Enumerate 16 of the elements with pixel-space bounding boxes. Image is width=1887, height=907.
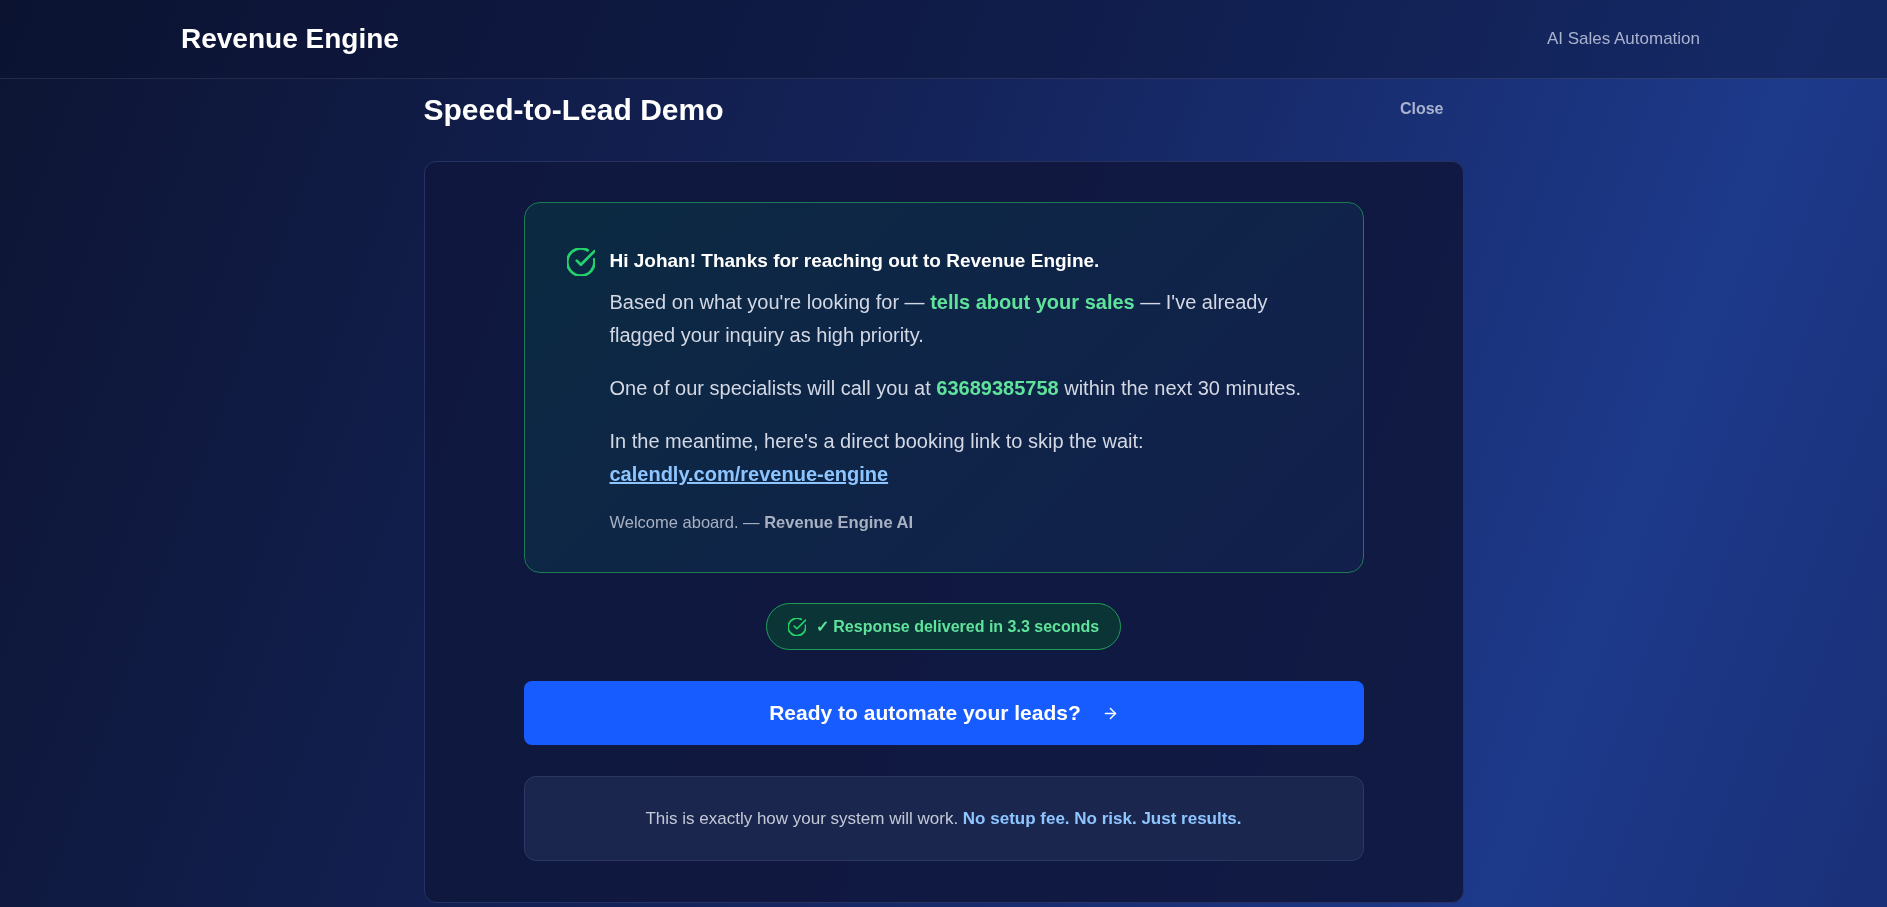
tagline: AI Sales Automation	[1546, 28, 1700, 51]
message-signoff: Welcome aboard. — Revenue Engine AI	[609, 512, 915, 533]
close-button[interactable]: Close	[1399, 97, 1444, 121]
message-paragraph: Based on what you're looking for — tells about your sales — I've already flagged your inquiry as high priority.	[609, 290, 1269, 348]
status-text: ✓ Response delivered in 3.3 seconds	[815, 616, 1100, 637]
message-paragraph: In the meantime, here's a direct booking link to skip the wait: calendly.com/revenue-engine	[609, 429, 1145, 487]
message-greeting: Hi Johan! Thanks for reaching out to Revenue Engine.	[609, 249, 1101, 273]
demo-title: Speed-to-Lead Demo	[423, 91, 724, 128]
message-paragraph: One of our specialists will call you at 63689385758 within the next 30 minutes.	[609, 376, 1303, 401]
check-circle-icon	[566, 248, 595, 276]
arrow-right-icon	[1102, 705, 1118, 721]
brand-name: Revenue Engine	[181, 22, 399, 56]
cta-button[interactable]: Ready to automate your leads?	[523, 681, 1364, 745]
footer-note: This is exactly how your system will work. No setup fee. No risk. Just results.	[645, 807, 1242, 830]
check-circle-icon	[787, 617, 806, 636]
booking-link[interactable]: calendly.com/revenue-engine	[609, 463, 889, 485]
